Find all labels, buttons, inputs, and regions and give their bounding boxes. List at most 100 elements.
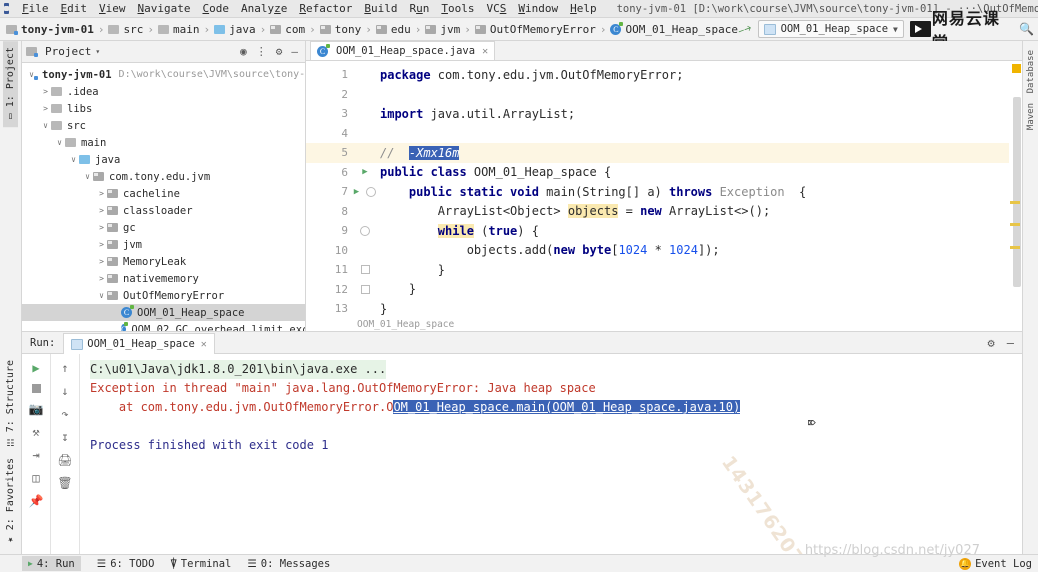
close-icon[interactable]: ✕	[201, 339, 207, 350]
expand-arrow-icon[interactable]: >	[96, 206, 107, 215]
breadcrumb-item-tony[interactable]: tony	[335, 23, 362, 36]
menu-item-tools[interactable]: Tools	[435, 2, 480, 15]
tree-row-jvm[interactable]: > jvm	[22, 236, 305, 253]
tree-row-gc[interactable]: > gc	[22, 219, 305, 236]
tree-row-oom02[interactable]: > C OOM_02_GC_overhead_limit_excee	[22, 321, 305, 331]
expand-arrow-icon[interactable]: ∨	[54, 138, 65, 147]
hammer-icon[interactable]: ⤍	[736, 20, 754, 39]
sidebar-item-structure[interactable]: ☷ 7: Structure	[3, 354, 18, 452]
menu-item-refactor[interactable]: Refactor	[293, 2, 358, 15]
menu-item-vcs[interactable]: VCS	[480, 2, 512, 15]
down-arrow-icon[interactable]: ↓	[61, 384, 68, 398]
menu-item-help[interactable]: Help	[564, 2, 603, 15]
breadcrumb-item-jvm[interactable]: jvm	[440, 23, 460, 36]
tree-row-outofmemoryerror[interactable]: ∨ OutOfMemoryError	[22, 287, 305, 304]
status-item-messages[interactable]: ☰ 0: Messages	[247, 558, 330, 570]
expand-arrow-icon[interactable]: >	[96, 274, 107, 283]
scrollbar-marker[interactable]	[1010, 201, 1020, 204]
expand-arrow-icon[interactable]: >	[96, 257, 107, 266]
fold-icon[interactable]	[352, 260, 378, 280]
chevron-down-icon[interactable]: ▾	[95, 47, 100, 56]
breadcrumb-item-oome[interactable]: OutOfMemoryError	[490, 23, 596, 36]
menu-item-build[interactable]: Build	[358, 2, 403, 15]
pin-icon[interactable]: 📌	[29, 494, 44, 508]
scrollbar-marker[interactable]	[1010, 223, 1020, 226]
status-item-terminal[interactable]: ⍒ Terminal	[170, 558, 231, 570]
scroll-to-end-icon[interactable]: ↧	[61, 430, 68, 444]
menu-item-file[interactable]: File	[16, 2, 55, 15]
tree-row-main[interactable]: ∨ main	[22, 134, 305, 151]
tree-row-oom01[interactable]: > C OOM_01_Heap_space	[22, 304, 305, 321]
close-icon[interactable]: ✕	[482, 46, 488, 57]
minimize-icon[interactable]: –	[291, 45, 298, 58]
sidebar-item-database[interactable]: Database	[1025, 45, 1037, 98]
menu-item-navigate[interactable]: Navigate	[132, 2, 197, 15]
soft-wrap-icon[interactable]: ↷	[61, 407, 68, 421]
tree-row-idea[interactable]: > .idea	[22, 83, 305, 100]
expand-arrow-icon[interactable]: >	[96, 189, 107, 198]
stop-icon[interactable]	[31, 384, 41, 393]
breadcrumb-item-com[interactable]: com	[285, 23, 305, 36]
gear-icon[interactable]: ⚙	[988, 336, 995, 350]
editor-scrollbar[interactable]	[1009, 61, 1022, 331]
collapse-all-icon[interactable]: ⋮	[256, 45, 267, 58]
menu-item-run[interactable]: Run	[403, 2, 435, 15]
sidebar-item-favorites[interactable]: ★ 2: Favorites	[3, 452, 18, 550]
breadcrumb-item-edu[interactable]: edu	[391, 23, 411, 36]
target-icon[interactable]: ◉	[240, 45, 247, 58]
breadcrumb-item-project[interactable]: tony-jvm-01	[21, 23, 94, 36]
sidebar-item-maven[interactable]: Maven	[1025, 98, 1037, 135]
expand-arrow-icon[interactable]: ∨	[40, 121, 51, 130]
fold-icon[interactable]	[352, 280, 378, 300]
scrollbar-thumb[interactable]	[1013, 97, 1021, 287]
expand-arrow-icon[interactable]: ∨	[68, 155, 79, 164]
breadcrumb-item-main[interactable]: main	[173, 23, 200, 36]
run-tab[interactable]: OOM_01_Heap_space ✕	[63, 333, 215, 354]
expand-arrow-icon[interactable]: ∨	[96, 291, 107, 300]
expand-arrow-icon[interactable]: >	[40, 87, 51, 96]
status-item-run[interactable]: ▶ 4: Run	[22, 556, 81, 571]
tree-row-java[interactable]: ∨ java	[22, 151, 305, 168]
console-stack-link-selected[interactable]: OM_01_Heap_space.main(OOM_01_Heap_space.…	[393, 400, 741, 414]
gear-icon[interactable]: ⚙	[276, 45, 283, 58]
tree-row-classloader[interactable]: > classloader	[22, 202, 305, 219]
breadcrumb-item-java[interactable]: java	[229, 23, 256, 36]
breadcrumb-item-class[interactable]: OOM_01_Heap_space	[625, 23, 738, 36]
tree-row-src[interactable]: ∨ src	[22, 117, 305, 134]
expand-arrow-icon[interactable]: >	[40, 104, 51, 113]
menu-item-view[interactable]: View	[93, 2, 132, 15]
console-output[interactable]: C:\u01\Java\jdk1.8.0_201\bin\java.exe ..…	[80, 354, 1022, 554]
fold-icon[interactable]	[352, 221, 378, 241]
bug-icon[interactable]: ⚒	[32, 425, 39, 439]
export-icon[interactable]: ⇥	[32, 448, 39, 462]
inspection-status-icon[interactable]	[1012, 64, 1021, 73]
tree-row-memoryleak[interactable]: > MemoryLeak	[22, 253, 305, 270]
rerun-icon[interactable]: ▶	[32, 361, 39, 375]
tree-row-libs[interactable]: > libs	[22, 100, 305, 117]
run-method-gutter-icon[interactable]: ▶	[352, 182, 378, 202]
event-log-button[interactable]: 🔔 Event Log	[959, 557, 1032, 570]
tree-row-nativememory[interactable]: > nativememory	[22, 270, 305, 287]
sidebar-item-project[interactable]: ▯ 1: Project	[3, 41, 18, 128]
expand-arrow-icon[interactable]: >	[96, 240, 107, 249]
tree-row-cacheline[interactable]: > cacheline	[22, 185, 305, 202]
expand-arrow-icon[interactable]: >	[96, 223, 107, 232]
menu-item-window[interactable]: Window	[512, 2, 564, 15]
editor-tab-oom01[interactable]: C OOM_01_Heap_space.java ✕	[310, 41, 496, 60]
code-area[interactable]: 1 2 3 4 5 6 7 8 9 10 11 12 13 ▶ ▶ packag…	[306, 61, 1022, 331]
expand-arrow-icon[interactable]: ∨	[82, 172, 93, 181]
scrollbar-marker[interactable]	[1010, 246, 1020, 249]
tree-row-project[interactable]: ∨ tony-jvm-01 D:\work\course\JVM\source\…	[22, 66, 305, 83]
menu-item-code[interactable]: Code	[196, 2, 235, 15]
source-code[interactable]: package com.tony.edu.jvm.OutOfMemoryErro…	[378, 61, 1009, 331]
camera-icon[interactable]: 📷	[29, 402, 44, 416]
layout-icon[interactable]: ◫	[32, 471, 39, 485]
run-configuration-selector[interactable]: OOM_01_Heap_space ▼	[757, 20, 904, 38]
trash-icon[interactable]: 🗑	[57, 476, 72, 490]
breadcrumb-item-src[interactable]: src	[123, 23, 143, 36]
menu-item-analyze[interactable]: Analyze	[235, 2, 293, 15]
minimize-icon[interactable]: –	[1007, 336, 1014, 350]
tree-row-package-root[interactable]: ∨ com.tony.edu.jvm	[22, 168, 305, 185]
run-class-gutter-icon[interactable]: ▶	[352, 163, 378, 183]
menu-item-edit[interactable]: Edit	[55, 2, 94, 15]
